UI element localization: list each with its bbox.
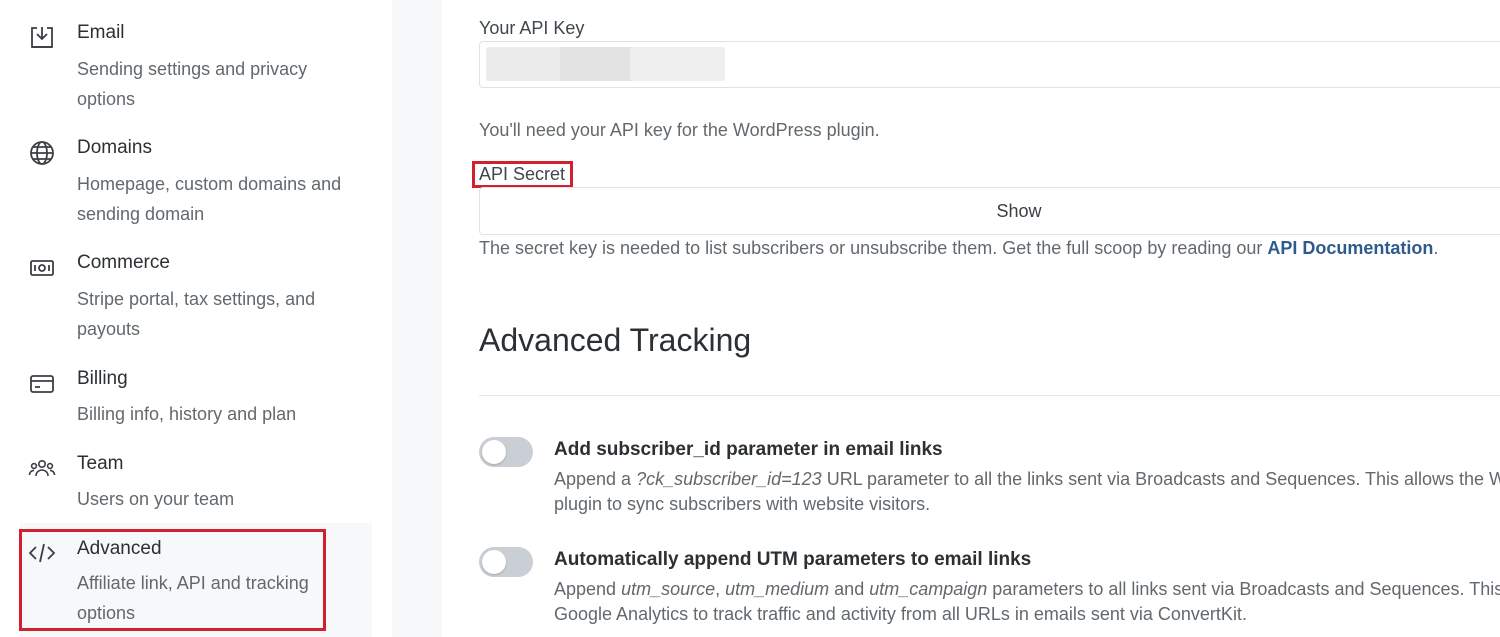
api-secret-help: The secret key is needed to list subscri… — [479, 238, 1438, 259]
advanced-tracking-heading: Advanced Tracking — [479, 322, 752, 358]
sidebar-item-title: Domains — [77, 137, 152, 158]
api-key-field[interactable] — [479, 41, 1500, 88]
sidebar-item-desc: Affiliate link, API and tracking options — [77, 573, 309, 623]
sidebar-item-desc: Users on your team — [77, 489, 235, 509]
inbox-download-icon — [28, 24, 56, 52]
sidebar-gutter — [392, 0, 442, 637]
api-secret-help-text: The secret key is needed to list subscri… — [479, 238, 1268, 258]
settings-sidebar: Email Sending settings and privacy optio… — [0, 0, 392, 637]
subscriber-id-toggle[interactable] — [479, 437, 533, 467]
utm-parameters-toggle[interactable] — [479, 547, 533, 577]
subscriber-id-option-desc-line2: plugin to sync subscribers with website … — [554, 494, 931, 514]
utm-option-desc: Append utm_source, utm_medium and utm_ca… — [554, 577, 1500, 602]
sidebar-item-title: Email — [77, 22, 125, 43]
show-secret-button[interactable]: Show — [479, 187, 1500, 235]
api-key-label: Your API Key — [479, 18, 585, 38]
utm-option-desc-line2: Google Analytics to track traffic and ac… — [554, 604, 1247, 624]
masked-key-blur — [486, 47, 566, 81]
desc-text: Append a — [554, 469, 637, 489]
masked-key-blur — [630, 47, 725, 81]
masked-key-blur — [560, 47, 640, 81]
api-secret-help-end: . — [1433, 238, 1439, 258]
main-content: Your API Key You'll need your API key fo… — [442, 0, 1500, 637]
sidebar-item-title: Billing — [77, 368, 128, 389]
sidebar-item-advanced[interactable]: Advanced Affiliate link, API and trackin… — [20, 523, 372, 637]
param-code: utm_campaign — [869, 579, 988, 599]
subscriber-id-option-title: Add subscriber_id parameter in email lin… — [554, 439, 943, 460]
code-icon — [28, 539, 56, 567]
api-documentation-link[interactable]: API Documentation — [1267, 238, 1433, 258]
param-code: utm_source — [621, 579, 716, 599]
subscriber-id-option-desc: Append a ?ck_subscriber_id=123 URL param… — [554, 467, 1500, 492]
desc-text: parameters to all links sent via Broadca… — [987, 579, 1500, 599]
api-secret-label: API Secret — [479, 164, 566, 184]
toggle-knob — [482, 550, 506, 574]
credit-card-icon — [28, 370, 56, 398]
sidebar-item-desc: Homepage, custom domains and sending dom… — [77, 174, 342, 224]
sidebar-item-team[interactable]: Team Users on your team — [20, 445, 372, 525]
toggle-knob — [482, 440, 506, 464]
globe-icon — [28, 139, 56, 167]
cash-icon — [28, 254, 56, 282]
sidebar-item-commerce[interactable]: Commerce Stripe portal, tax settings, an… — [20, 244, 372, 348]
section-divider — [479, 395, 1500, 396]
desc-text: and — [829, 579, 870, 599]
sidebar-item-title: Advanced — [77, 538, 162, 559]
param-code: ?ck_subscriber_id=123 — [636, 469, 822, 489]
sidebar-item-desc: Sending settings and privacy options — [77, 59, 308, 109]
desc-text: URL parameter to all the links sent via … — [821, 469, 1500, 489]
param-code: utm_medium — [725, 579, 830, 599]
desc-text: , — [715, 579, 726, 599]
sidebar-item-title: Commerce — [77, 252, 170, 273]
sidebar-item-email[interactable]: Email Sending settings and privacy optio… — [20, 14, 372, 118]
sidebar-item-desc: Billing info, history and plan — [77, 404, 297, 424]
sidebar-item-billing[interactable]: Billing Billing info, history and plan — [20, 360, 372, 440]
desc-text: Append — [554, 579, 622, 599]
sidebar-item-desc: Stripe portal, tax settings, and payouts — [77, 289, 316, 339]
api-key-help: You'll need your API key for the WordPre… — [479, 120, 880, 140]
utm-option-title: Automatically append UTM parameters to e… — [554, 549, 1032, 570]
team-icon — [28, 455, 56, 483]
sidebar-item-title: Team — [77, 453, 124, 474]
sidebar-item-domains[interactable]: Domains Homepage, custom domains and sen… — [20, 129, 372, 233]
